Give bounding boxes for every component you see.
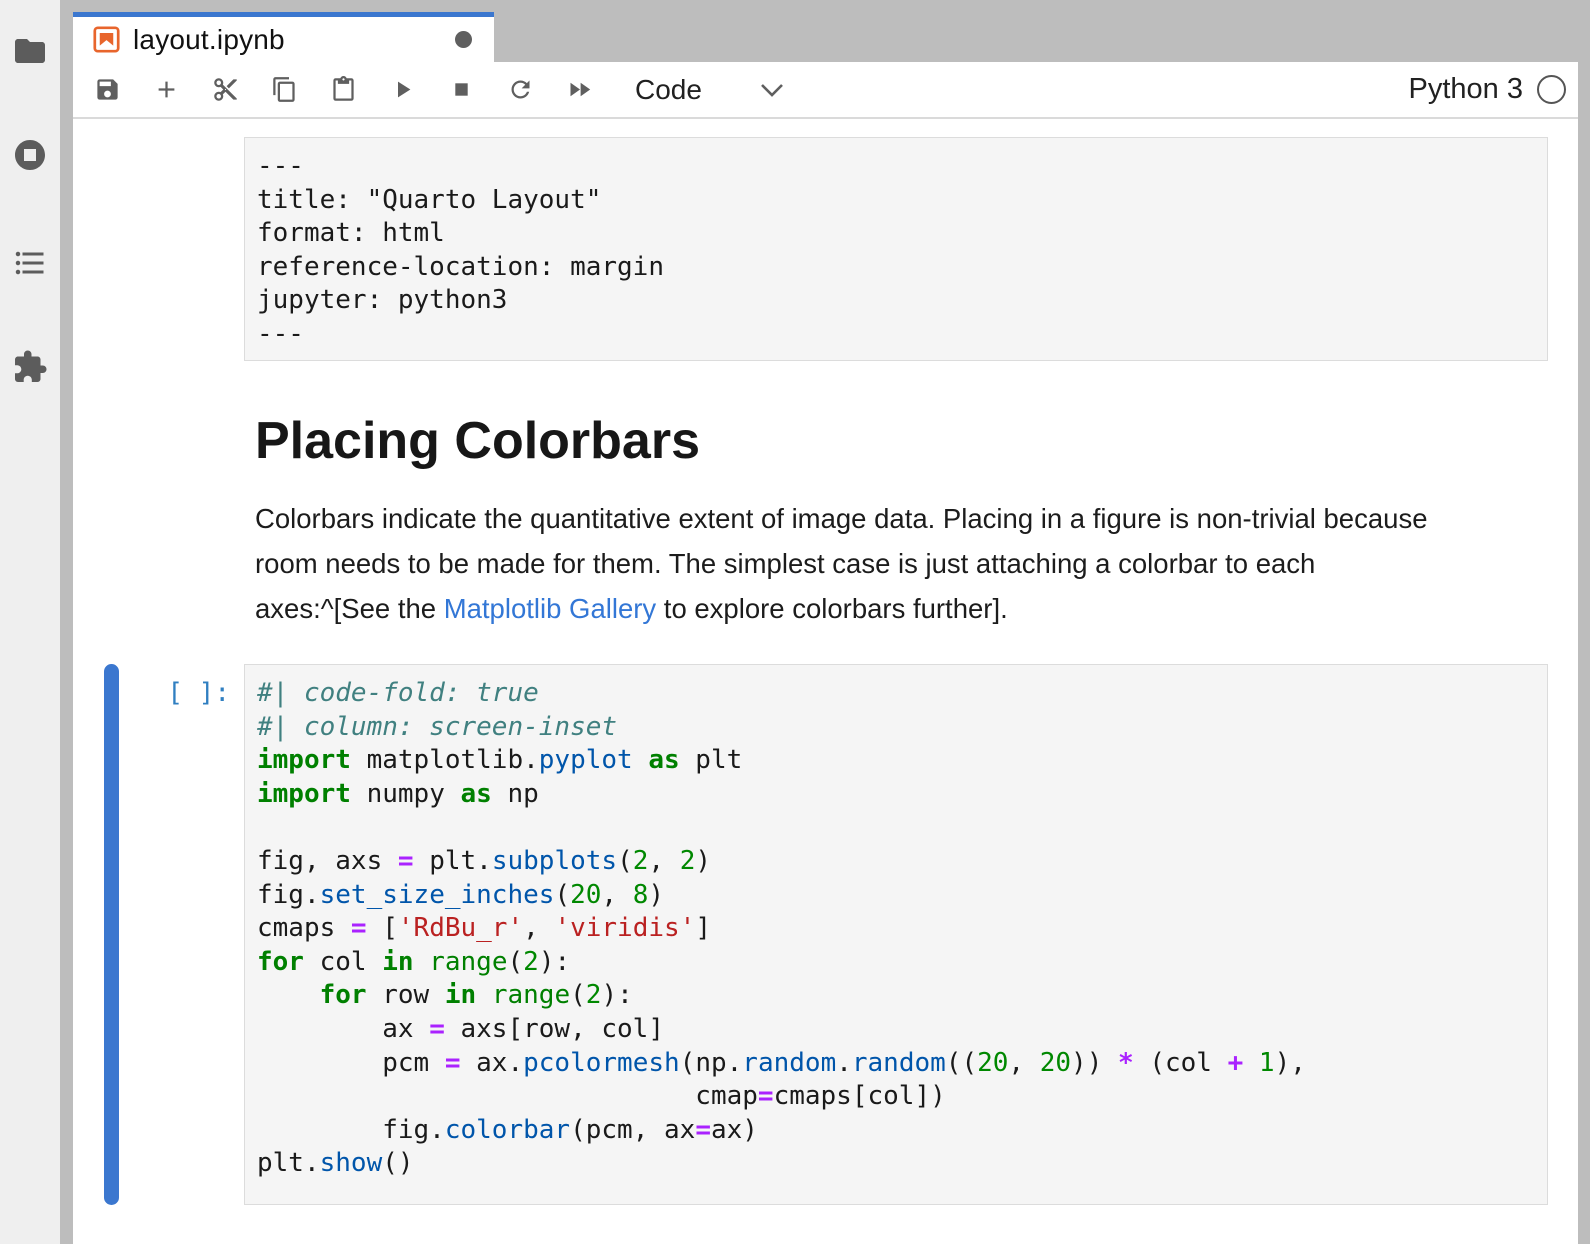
tab-layout-ipynb[interactable]: layout.ipynb (73, 12, 494, 62)
cut-icon[interactable] (212, 76, 239, 103)
notebook-content: ---title: "Quarto Layout"format: htmlref… (73, 121, 1578, 1244)
kernel-status-icon[interactable] (1537, 75, 1566, 104)
puzzle-icon[interactable] (12, 349, 48, 385)
active-cell-collapser[interactable] (104, 664, 119, 1205)
activity-sidebar (0, 0, 60, 1244)
markdown-heading: Placing Colorbars (255, 413, 700, 469)
cell-type-label: Code (635, 74, 702, 106)
list-icon[interactable] (12, 245, 48, 281)
kernel-name[interactable]: Python 3 (1409, 73, 1523, 106)
notebook-toolbar: Code Python 3 (73, 62, 1578, 119)
code-cell[interactable]: #| code-fold: true#| column: screen-inse… (244, 664, 1548, 1205)
folder-icon[interactable] (12, 33, 48, 69)
unsaved-dot-icon[interactable] (455, 31, 472, 48)
restart-kernel-icon[interactable] (507, 76, 534, 103)
raw-cell[interactable]: ---title: "Quarto Layout"format: htmlref… (244, 137, 1548, 361)
save-icon[interactable] (94, 76, 121, 103)
raw-cell-code: ---title: "Quarto Layout"format: htmlref… (245, 138, 1547, 352)
paste-icon[interactable] (330, 76, 357, 103)
code-cell-code: #| code-fold: true#| column: screen-inse… (245, 665, 1547, 1181)
stop-icon[interactable] (448, 76, 475, 103)
stop-circle-icon[interactable] (12, 137, 48, 173)
tab-title: layout.ipynb (133, 24, 285, 56)
cell-type-select[interactable]: Code (635, 74, 784, 106)
run-all-icon[interactable] (566, 76, 593, 103)
copy-icon[interactable] (271, 76, 298, 103)
matplotlib-gallery-link[interactable]: Matplotlib Gallery (444, 593, 656, 624)
markdown-paragraph: Colorbars indicate the quantitative exte… (255, 497, 1565, 631)
cell-input-prompt: [ ]: (73, 678, 230, 708)
run-icon[interactable] (389, 76, 416, 103)
chevron-down-icon (760, 83, 784, 97)
notebook-panel: Code Python 3 ---title: "Quarto Layout"f… (73, 62, 1578, 1244)
notebook-file-icon (93, 26, 120, 53)
kernel-area: Python 3 (1409, 73, 1578, 106)
add-cell-icon[interactable] (153, 76, 180, 103)
